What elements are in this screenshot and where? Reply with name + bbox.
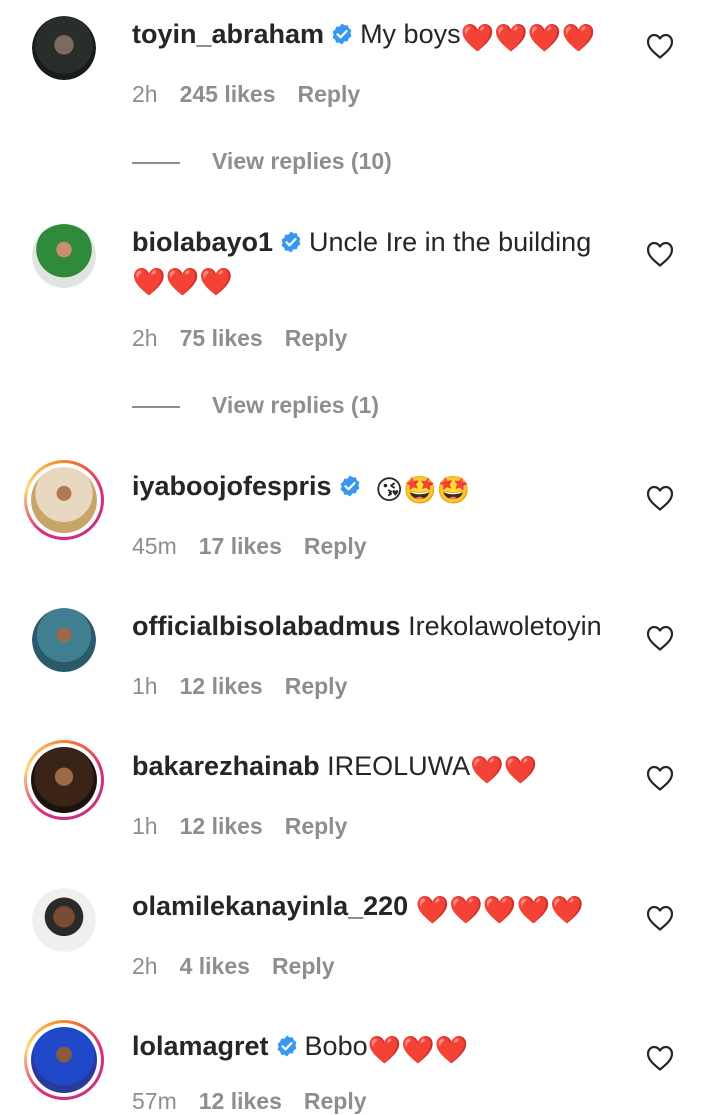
comment-text: Bobo: [304, 1031, 368, 1061]
verified-badge-icon: [338, 474, 362, 498]
avatar[interactable]: [32, 16, 96, 80]
verified-badge-icon: [275, 1034, 299, 1058]
comment-time: 1h: [132, 813, 158, 839]
like-heart-icon[interactable]: [646, 241, 674, 267]
view-replies-button[interactable]: View replies (1): [132, 392, 379, 419]
username[interactable]: bakarezhainab: [132, 751, 320, 781]
comment-time: 1h: [132, 673, 158, 699]
like-heart-icon[interactable]: [646, 485, 674, 511]
likes-count[interactable]: 4 likes: [180, 953, 250, 979]
comment-body: bakarezhainab IREOLUWA❤️❤️: [132, 748, 622, 788]
like-heart-icon[interactable]: [646, 765, 674, 791]
username[interactable]: biolabayo1: [132, 227, 273, 257]
comment-meta: 1h 12 likes Reply: [132, 673, 347, 700]
comment-emoji: ❤️❤️: [470, 755, 538, 785]
comment-text: My boys: [360, 19, 461, 49]
comment-meta: 1h 12 likes Reply: [132, 813, 347, 840]
comment-meta: 2h 245 likes Reply: [132, 81, 360, 108]
comment-time: 57m: [132, 1088, 177, 1114]
reply-button[interactable]: Reply: [298, 81, 361, 107]
like-heart-icon[interactable]: [646, 625, 674, 651]
comment-text: IREOLUWA: [327, 751, 471, 781]
comment-body: olamilekanayinla_220 ❤️❤️❤️❤️❤️: [132, 888, 622, 928]
view-replies-label: View replies (1): [212, 392, 380, 418]
verified-badge-icon: [279, 230, 303, 254]
likes-count[interactable]: 17 likes: [199, 533, 282, 559]
reply-button[interactable]: Reply: [285, 673, 348, 699]
comment-body: toyin_abraham My boys❤️❤️❤️❤️: [132, 16, 622, 56]
username[interactable]: officialbisolabadmus: [132, 611, 401, 641]
reply-button[interactable]: Reply: [304, 1088, 367, 1114]
comment-time: 2h: [132, 325, 158, 351]
comment-body: iyaboojofespris 😘🤩🤩: [132, 468, 622, 508]
reply-button[interactable]: Reply: [285, 325, 348, 351]
avatar-story-ring[interactable]: [24, 1020, 104, 1100]
verified-badge-icon: [330, 22, 354, 46]
comment-text: Uncle Ire in the building: [309, 227, 592, 257]
comment-meta: 45m 17 likes Reply: [132, 533, 367, 560]
reply-button[interactable]: Reply: [272, 953, 335, 979]
username[interactable]: iyaboojofespris: [132, 471, 332, 501]
reply-button[interactable]: Reply: [304, 533, 367, 559]
avatar[interactable]: [32, 224, 96, 288]
like-heart-icon[interactable]: [646, 905, 674, 931]
comment-meta: 2h 4 likes Reply: [132, 953, 335, 980]
likes-count[interactable]: 245 likes: [180, 81, 276, 107]
comment-emoji: ❤️❤️❤️❤️❤️: [415, 895, 584, 925]
comment-time: 2h: [132, 953, 158, 979]
comment-body: lolamagret Bobo❤️❤️❤️: [132, 1028, 622, 1068]
comment-time: 45m: [132, 533, 177, 559]
username[interactable]: olamilekanayinla_220: [132, 891, 408, 921]
view-replies-label: View replies (10): [212, 148, 392, 174]
comment-meta: 2h 75 likes Reply: [132, 325, 347, 352]
likes-count[interactable]: 12 likes: [180, 673, 263, 699]
replies-divider: [132, 405, 180, 408]
comment-meta: 57m 12 likes Reply: [132, 1088, 367, 1115]
comment-emoji: 😘🤩🤩: [375, 475, 471, 505]
comment-body: biolabayo1 Uncle Ire in the building ❤️❤️❤…: [132, 224, 622, 300]
username[interactable]: toyin_abraham: [132, 19, 324, 49]
comment-emoji: ❤️❤️❤️❤️: [460, 23, 596, 53]
avatar-story-ring[interactable]: [24, 460, 104, 540]
avatar[interactable]: [32, 608, 96, 672]
reply-button[interactable]: Reply: [285, 813, 348, 839]
like-heart-icon[interactable]: [646, 1045, 674, 1071]
username[interactable]: lolamagret: [132, 1031, 269, 1061]
comment-emoji: ❤️❤️❤️: [132, 267, 233, 297]
comment-time: 2h: [132, 81, 158, 107]
replies-divider: [132, 161, 180, 164]
view-replies-button[interactable]: View replies (10): [132, 148, 392, 175]
like-heart-icon[interactable]: [646, 33, 674, 59]
likes-count[interactable]: 75 likes: [180, 325, 263, 351]
comment-body: officialbisolabadmus Irekolawoletoyin: [132, 608, 622, 644]
avatar[interactable]: [32, 888, 96, 952]
likes-count[interactable]: 12 likes: [199, 1088, 282, 1114]
likes-count[interactable]: 12 likes: [180, 813, 263, 839]
avatar-story-ring[interactable]: [24, 740, 104, 820]
comment-text: Irekolawoletoyin: [408, 611, 602, 641]
comment-emoji: ❤️❤️❤️: [367, 1035, 469, 1065]
